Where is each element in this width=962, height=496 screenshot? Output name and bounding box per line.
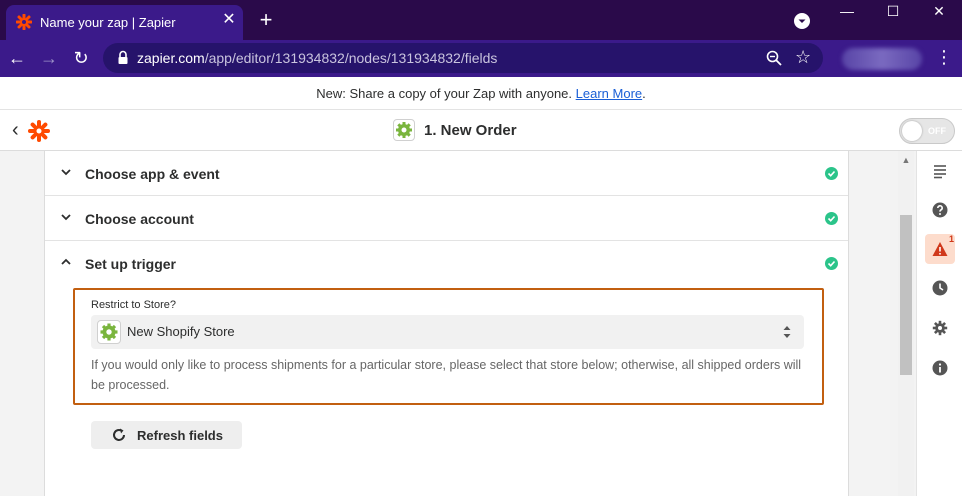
- chevron-left-icon[interactable]: ‹: [12, 120, 26, 140]
- zapier-favicon-icon: [16, 14, 32, 30]
- right-sidebar-rail: 1: [916, 151, 962, 496]
- url-host: zapier.com: [137, 50, 205, 66]
- check-circle-icon: [825, 257, 838, 270]
- zap-on-off-toggle[interactable]: OFF: [899, 118, 955, 144]
- back-arrow-icon[interactable]: ←: [6, 47, 28, 69]
- alert-count-badge: 1: [949, 234, 955, 244]
- zapier-logo-icon[interactable]: [28, 120, 50, 142]
- browser-menu-icon[interactable]: ⋮: [935, 47, 953, 68]
- step-editor-panel: Choose app & event Choose account Set up…: [44, 151, 849, 496]
- rail-info-button[interactable]: [925, 353, 955, 383]
- rail-history-button[interactable]: [925, 273, 955, 303]
- chevron-down-icon: [59, 210, 73, 224]
- address-bar[interactable]: zapier.com/app/editor/131934832/nodes/13…: [103, 43, 823, 73]
- shopify-app-gear-icon: [393, 119, 415, 141]
- chevron-down-icon: [59, 165, 73, 179]
- announcement-text: New: Share a copy of your Zap with anyon…: [316, 86, 573, 101]
- browser-tab[interactable]: Name your zap | Zapier ✕: [6, 5, 243, 40]
- rail-details-button[interactable]: [925, 156, 955, 186]
- refresh-icon: [113, 428, 125, 441]
- gear-icon: [932, 320, 948, 336]
- tab-search-icon[interactable]: [794, 13, 810, 29]
- minimize-button[interactable]: —: [824, 2, 870, 24]
- field-help-text: If you would only like to process shipme…: [91, 358, 802, 392]
- section-set-up-trigger[interactable]: Set up trigger: [45, 241, 848, 286]
- refresh-fields-label: Refresh fields: [137, 428, 223, 443]
- url-text: zapier.com/app/editor/131934832/nodes/13…: [137, 50, 497, 66]
- section-title: Set up trigger: [85, 256, 177, 272]
- select-arrows-icon: [781, 322, 793, 342]
- tab-title: Name your zap | Zapier: [40, 15, 176, 30]
- profile-avatar[interactable]: [842, 48, 922, 70]
- select-value: New Shopify Store: [127, 324, 235, 339]
- step-title[interactable]: 1. New Order: [424, 122, 517, 139]
- reload-icon[interactable]: ↻: [70, 47, 92, 69]
- warning-triangle-icon: [932, 242, 948, 256]
- scrollbar[interactable]: ▲: [898, 151, 914, 496]
- zoom-icon[interactable]: [765, 49, 783, 67]
- list-lines-icon: [934, 165, 946, 179]
- forward-arrow-icon[interactable]: →: [38, 47, 60, 69]
- section-title: Choose app & event: [85, 166, 220, 182]
- check-circle-icon: [825, 167, 838, 180]
- browser-title-bar: Name your zap | Zapier ✕ + — ☐ ✕: [0, 0, 962, 40]
- editor-header: ‹ 1. New Order OFF: [0, 110, 962, 151]
- check-circle-icon: [825, 212, 838, 225]
- announcement-bar: New: Share a copy of your Zap with anyon…: [0, 77, 962, 110]
- section-title: Choose account: [85, 211, 194, 227]
- store-select-dropdown[interactable]: New Shopify Store: [91, 315, 804, 349]
- scroll-up-arrow-icon[interactable]: ▲: [900, 155, 912, 165]
- help-circle-icon: [932, 202, 948, 218]
- lock-icon: [118, 50, 128, 64]
- section-choose-app-event[interactable]: Choose app & event: [45, 151, 848, 196]
- browser-toolbar: ← → ↻ zapier.com/app/editor/131934832/no…: [0, 40, 962, 77]
- chevron-up-icon: [59, 255, 73, 269]
- toggle-label: OFF: [928, 126, 946, 136]
- announcement-suffix: .: [642, 86, 646, 101]
- rail-alerts-button[interactable]: 1: [925, 234, 955, 264]
- rail-settings-button[interactable]: [925, 313, 955, 343]
- maximize-button[interactable]: ☐: [870, 2, 916, 24]
- tab-close-icon[interactable]: ✕: [220, 11, 238, 29]
- field-label: Restrict to Store?: [91, 299, 176, 311]
- info-circle-icon: [932, 360, 948, 376]
- refresh-fields-button[interactable]: Refresh fields: [91, 421, 242, 449]
- toggle-knob: [902, 121, 922, 141]
- bookmark-star-icon[interactable]: ☆: [795, 47, 811, 68]
- restrict-to-store-field: Restrict to Store? New Shopify Store If …: [73, 288, 824, 405]
- rail-help-button[interactable]: [925, 195, 955, 225]
- new-tab-button[interactable]: +: [256, 8, 276, 32]
- scrollbar-thumb[interactable]: [900, 215, 912, 375]
- close-window-button[interactable]: ✕: [916, 2, 962, 24]
- learn-more-link[interactable]: Learn More: [576, 86, 642, 101]
- shopify-app-gear-icon: [97, 320, 121, 344]
- section-choose-account[interactable]: Choose account: [45, 196, 848, 241]
- url-path: /app/editor/131934832/nodes/131934832/fi…: [204, 50, 498, 66]
- clock-icon: [932, 280, 948, 296]
